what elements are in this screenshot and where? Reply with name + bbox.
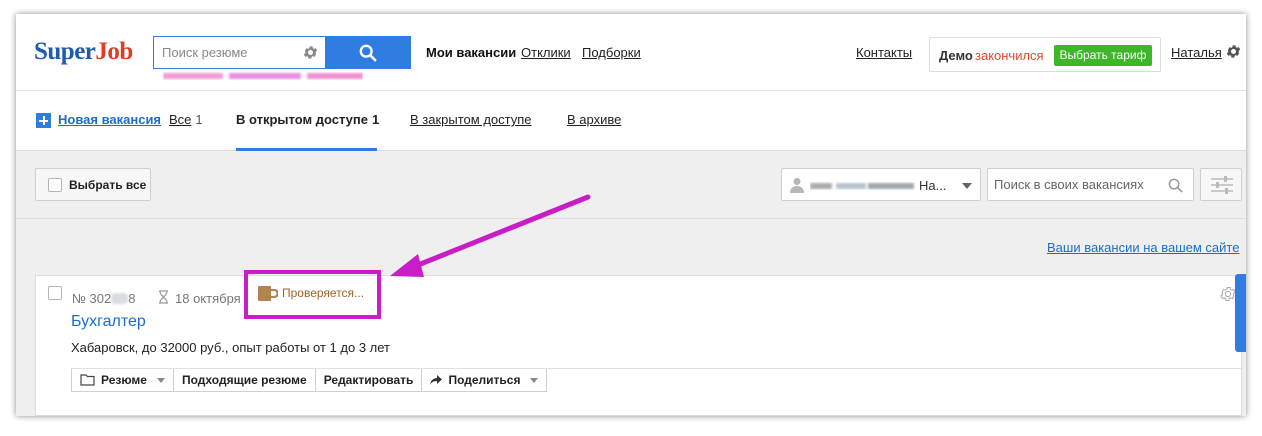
logo-part-super: Super: [34, 38, 96, 65]
vacancy-checkbox[interactable]: [48, 286, 62, 300]
feedback-side-tab[interactable]: [1235, 274, 1246, 352]
vacancy-details: Хабаровск, до 32000 руб., опыт работы от…: [71, 340, 391, 355]
search-icon[interactable]: [1168, 178, 1183, 193]
vacancies-content: Выбрать все На... Поиск в своих вакансия…: [16, 151, 1246, 416]
vacancy-number: № 302 8: [72, 291, 135, 306]
search-button[interactable]: [325, 36, 411, 69]
superjob-logo[interactable]: SuperJob: [34, 38, 133, 66]
tab-archive[interactable]: В архиве: [567, 112, 621, 127]
tab-closed-access[interactable]: В закрытом доступе: [410, 112, 532, 127]
manager-filter-value: На...: [919, 178, 947, 193]
resumes-label: Резюме: [101, 373, 147, 387]
demo-expired-text: закончился: [975, 48, 1044, 63]
matching-resumes-label: Подходящие резюме: [181, 373, 307, 387]
chevron-down-icon: [962, 183, 972, 189]
search-icon: [359, 44, 377, 61]
vacancy-card: № 302 8 18 октября Проверяется... Бухгалт…: [35, 270, 1243, 416]
vacancy-status: Проверяется...: [282, 286, 365, 300]
tab-open-access-label: В открытом доступе: [236, 112, 368, 127]
vacancy-date: 18 октября: [175, 291, 241, 306]
search-settings-gear-icon[interactable]: [302, 44, 319, 61]
top-header: SuperJob Мои вакансии Отклики Подборки: [16, 14, 1246, 90]
user-name-link[interactable]: Наталья: [1171, 45, 1222, 60]
user-settings-gear-icon[interactable]: [1225, 43, 1242, 60]
share-label: Поделиться: [448, 373, 521, 387]
manager-filter-dropdown[interactable]: На...: [781, 168, 981, 201]
plus-icon[interactable]: [36, 113, 51, 128]
folder-icon: [80, 374, 95, 386]
resume-search-input[interactable]: [154, 37, 294, 68]
vacancies-on-site-link[interactable]: Ваши вакансии на вашем сайте: [1047, 240, 1239, 255]
logo-part-job: Job: [95, 38, 133, 65]
vacancy-number-prefix: № 302: [72, 291, 112, 306]
nav-my-vacancies[interactable]: Мои вакансии: [426, 45, 516, 60]
chevron-down-icon: [530, 377, 539, 383]
chevron-down-icon: [156, 377, 165, 383]
tab-open-access[interactable]: В открытом доступе 1: [236, 112, 379, 127]
vacancies-toolbar: Выбрать все На...: [16, 151, 1246, 219]
choose-tariff-button[interactable]: Выбрать тариф: [1054, 45, 1152, 66]
demo-status-box: Демо закончился Выбрать тариф: [929, 37, 1161, 72]
filters-button[interactable]: [1200, 168, 1242, 201]
user-icon: [790, 178, 804, 193]
tab-all-label: Все: [169, 112, 192, 127]
select-all-checkbox[interactable]: [48, 178, 62, 192]
demo-label: Демо: [939, 48, 973, 63]
blurred-hint-text: [163, 73, 363, 79]
tab-all[interactable]: Все 1: [169, 112, 203, 127]
vacancy-search-input[interactable]: [988, 169, 1163, 200]
select-all-button[interactable]: Выбрать все: [35, 168, 151, 201]
app-window: SuperJob Мои вакансии Отклики Подборки: [16, 14, 1246, 416]
hourglass-icon: [159, 290, 168, 304]
blurred-number-digits: [111, 293, 129, 304]
vacancy-title-link[interactable]: Бухгалтер: [71, 313, 146, 331]
vacancy-actions: Резюме Подходящие резюме Редактировать П…: [71, 369, 548, 392]
resume-search-field: [153, 36, 325, 69]
new-vacancy-link[interactable]: Новая вакансия: [58, 112, 161, 127]
resumes-dropdown-button[interactable]: Резюме: [72, 369, 174, 391]
tab-open-access-count: 1: [371, 112, 380, 127]
status-highlight-box: Проверяется...: [244, 270, 381, 319]
edit-label: Редактировать: [323, 373, 414, 387]
coffee-cup-icon: [258, 286, 278, 301]
vacancy-number-suffix: 8: [128, 291, 136, 306]
select-all-label: Выбрать все: [69, 178, 147, 192]
nav-responses[interactable]: Отклики: [521, 45, 571, 60]
vacancy-search-field: [987, 168, 1194, 201]
tab-all-count: 1: [195, 112, 203, 127]
nav-collections[interactable]: Подборки: [582, 45, 641, 60]
blurred-manager-name: [810, 183, 914, 189]
share-dropdown-button[interactable]: Поделиться: [422, 369, 547, 391]
edit-vacancy-button[interactable]: Редактировать: [315, 369, 423, 391]
sliders-icon: [1211, 176, 1233, 194]
contacts-link[interactable]: Контакты: [856, 45, 912, 60]
share-arrow-icon: [430, 375, 443, 385]
vacancy-tabs-bar: Новая вакансия Все 1 В открытом доступе 1 …: [16, 90, 1246, 151]
matching-resumes-button[interactable]: Подходящие резюме: [173, 369, 316, 391]
